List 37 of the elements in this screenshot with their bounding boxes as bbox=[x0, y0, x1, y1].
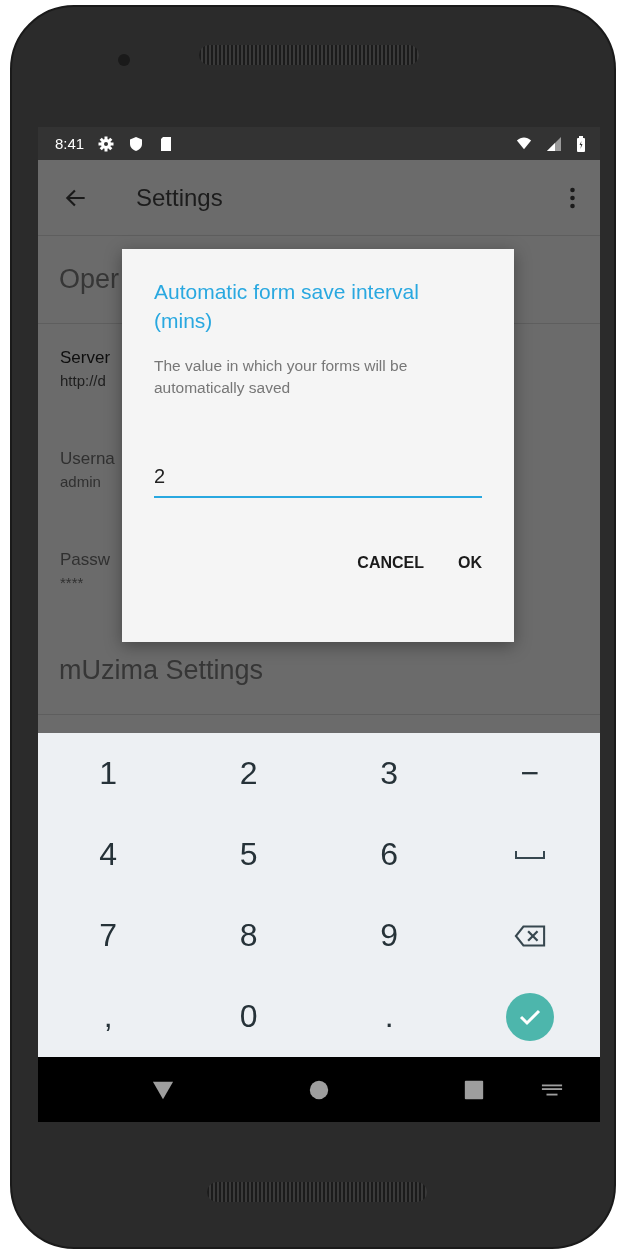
wifi-icon bbox=[516, 135, 532, 152]
keyboard-key[interactable]: 9 bbox=[380, 917, 399, 954]
preference-value: admin bbox=[60, 473, 101, 490]
keyboard-key[interactable]: 2 bbox=[239, 755, 258, 792]
keyboard-icon[interactable] bbox=[541, 1082, 563, 1097]
keyboard-key[interactable]: 8 bbox=[239, 917, 258, 954]
dialog-button[interactable]: CANCEL bbox=[345, 544, 436, 582]
backspace-icon[interactable] bbox=[513, 923, 546, 948]
keyboard-key[interactable]: 3 bbox=[380, 755, 399, 792]
app-bar-title: Settings bbox=[136, 183, 223, 212]
preference-title: Passw bbox=[60, 550, 111, 570]
keyboard-key[interactable]: 0 bbox=[239, 998, 258, 1035]
keyboard-key[interactable]: 5 bbox=[239, 836, 258, 873]
space-key-icon[interactable] bbox=[514, 849, 545, 860]
keyboard-key[interactable]: , bbox=[103, 998, 113, 1035]
preference-title: Server bbox=[60, 348, 111, 368]
signal-icon bbox=[546, 135, 562, 152]
dialog-button[interactable]: OK bbox=[446, 544, 494, 582]
keyboard-key[interactable]: . bbox=[384, 998, 394, 1035]
dialog-title: Automatic form save interval (mins) bbox=[154, 279, 420, 334]
keyboard-key[interactable]: − bbox=[520, 755, 540, 792]
recents-square-icon[interactable] bbox=[463, 1078, 485, 1101]
home-circle-icon[interactable] bbox=[308, 1078, 330, 1101]
shield-icon bbox=[128, 135, 145, 152]
keyboard-key[interactable]: 6 bbox=[380, 836, 399, 873]
keyboard-key[interactable]: 1 bbox=[99, 755, 118, 792]
battery-icon bbox=[576, 135, 586, 152]
keyboard-key[interactable]: 4 bbox=[99, 836, 118, 873]
gear-icon bbox=[98, 135, 115, 152]
keyboard-key[interactable]: 7 bbox=[99, 917, 118, 954]
preference-value: http://d bbox=[60, 372, 106, 389]
preference-title: Userna bbox=[60, 449, 115, 469]
status-time: 8:41 bbox=[55, 135, 85, 152]
preference-value: **** bbox=[60, 574, 84, 591]
dialog-message: The value in which your forms will be automatically saved bbox=[154, 356, 409, 398]
more-options-icon[interactable] bbox=[569, 185, 576, 210]
input-field[interactable]: 2 bbox=[154, 465, 482, 498]
